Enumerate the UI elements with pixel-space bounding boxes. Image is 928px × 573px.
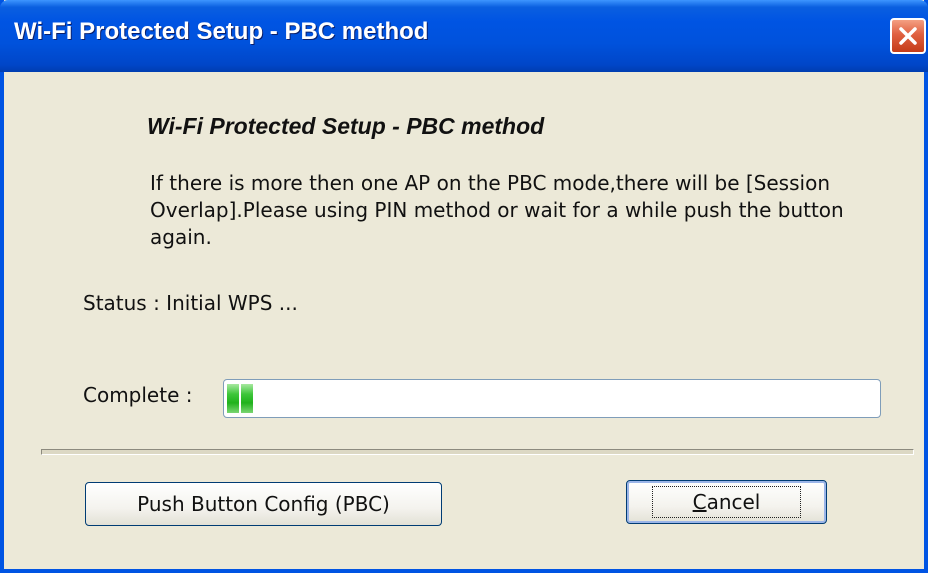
wps-pbc-dialog: Wi-Fi Protected Setup - PBC method Wi-Fi…: [0, 0, 928, 573]
pbc-button-label: Push Button Config (PBC): [137, 492, 390, 516]
push-button-config-button[interactable]: Push Button Config (PBC): [85, 482, 442, 526]
window-title: Wi-Fi Protected Setup - PBC method: [14, 18, 429, 45]
cancel-button-label: Cancel: [651, 486, 802, 518]
cancel-button[interactable]: Cancel: [626, 480, 827, 524]
dialog-client-area: Wi-Fi Protected Setup - PBC method If th…: [4, 72, 924, 569]
dialog-heading: Wi-Fi Protected Setup - PBC method: [147, 113, 545, 139]
progress-bar: [223, 379, 881, 418]
progress-segment: [241, 384, 253, 413]
separator: [41, 449, 914, 455]
close-icon: [899, 27, 917, 45]
status-text: Status : Initial WPS ...: [83, 291, 298, 315]
dialog-description: If there is more then one AP on the PBC …: [150, 171, 844, 249]
title-bar[interactable]: Wi-Fi Protected Setup - PBC method: [0, 0, 928, 72]
progress-fill: [227, 384, 877, 413]
progress-segment: [227, 384, 239, 413]
close-button[interactable]: [890, 18, 926, 54]
cancel-mnemonic: C: [692, 490, 707, 514]
cancel-label-rest: ancel: [706, 490, 761, 514]
complete-label: Complete :: [83, 383, 193, 407]
